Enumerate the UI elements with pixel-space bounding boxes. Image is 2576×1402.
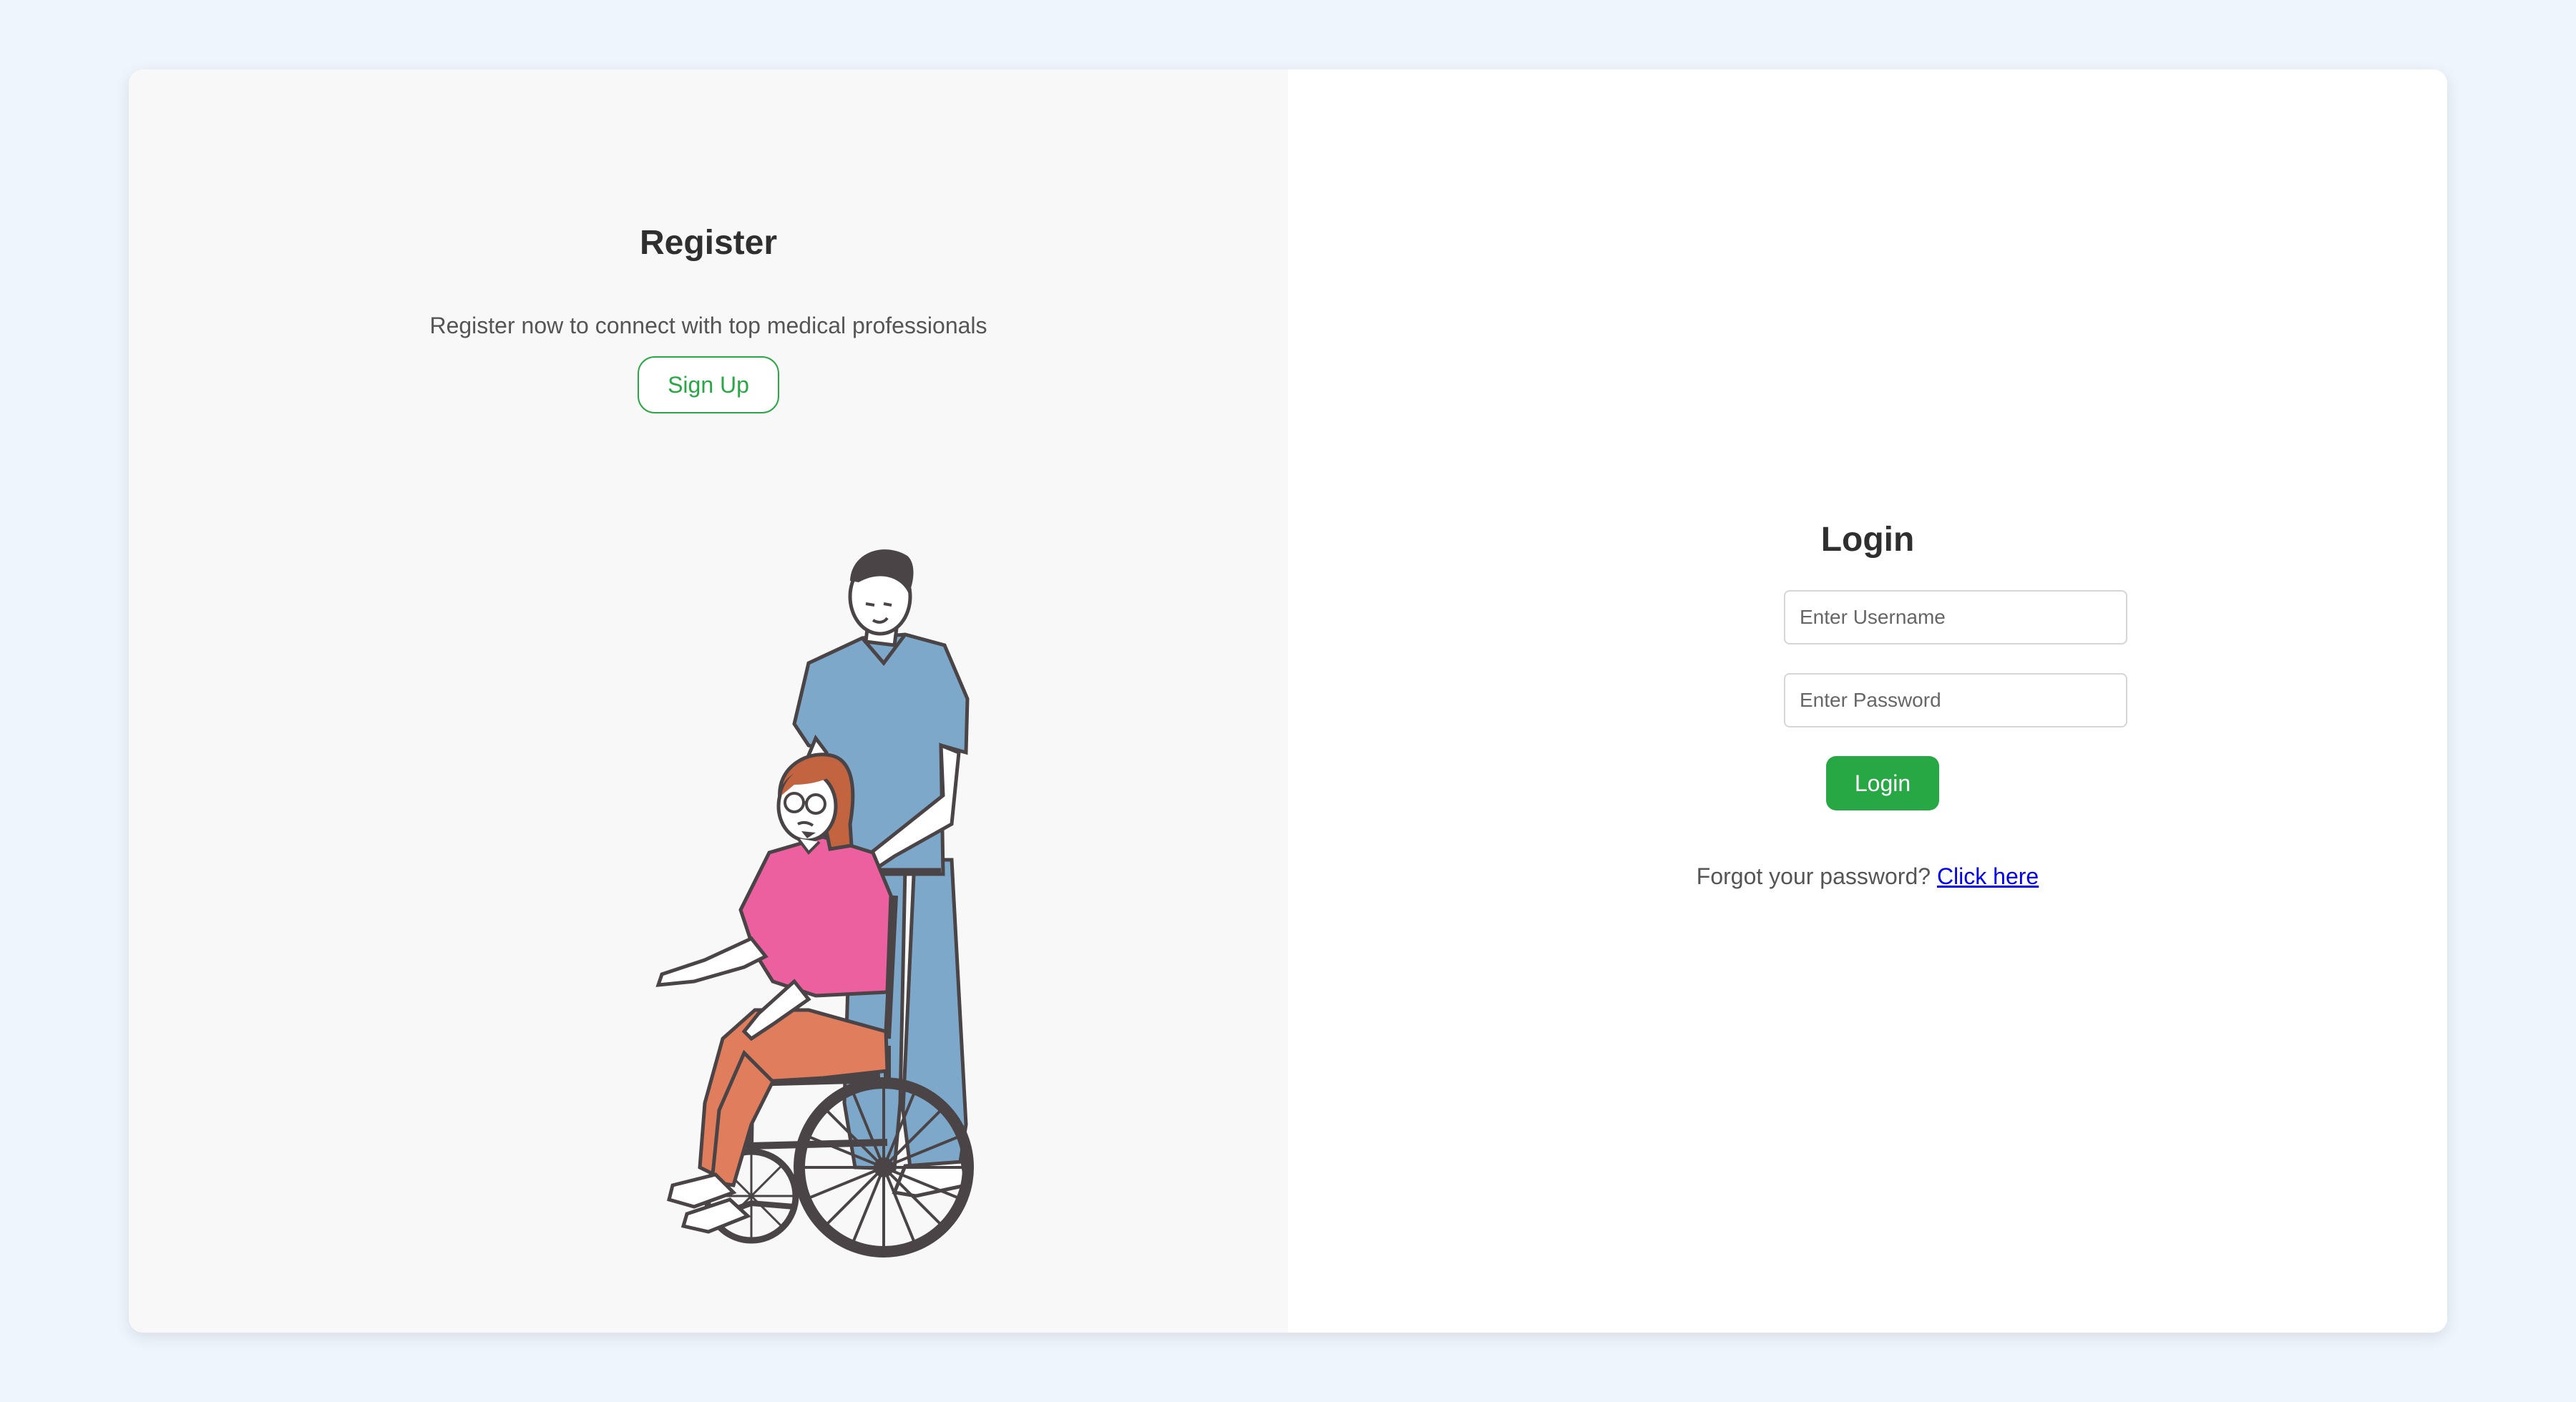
password-input[interactable] xyxy=(1784,673,2127,727)
forgot-password-row: Forgot your password? Click here xyxy=(1288,863,2447,890)
forgot-password-link[interactable]: Click here xyxy=(1937,863,2039,889)
auth-card: Register Register now to connect with to… xyxy=(129,69,2447,1333)
sign-up-button[interactable]: Sign Up xyxy=(638,356,779,413)
login-button[interactable]: Login xyxy=(1826,756,1939,810)
nurse-wheelchair-illustration xyxy=(655,549,974,1258)
login-panel: Login Login Forgot your password? Click … xyxy=(1288,69,2447,1333)
register-description: Register now to connect with top medical… xyxy=(429,313,987,338)
forgot-password-text: Forgot your password? xyxy=(1696,863,1931,889)
username-input[interactable] xyxy=(1784,590,2127,644)
register-title: Register xyxy=(639,224,778,262)
register-panel: Register Register now to connect with to… xyxy=(129,69,1288,1333)
login-title: Login xyxy=(1820,521,1915,559)
